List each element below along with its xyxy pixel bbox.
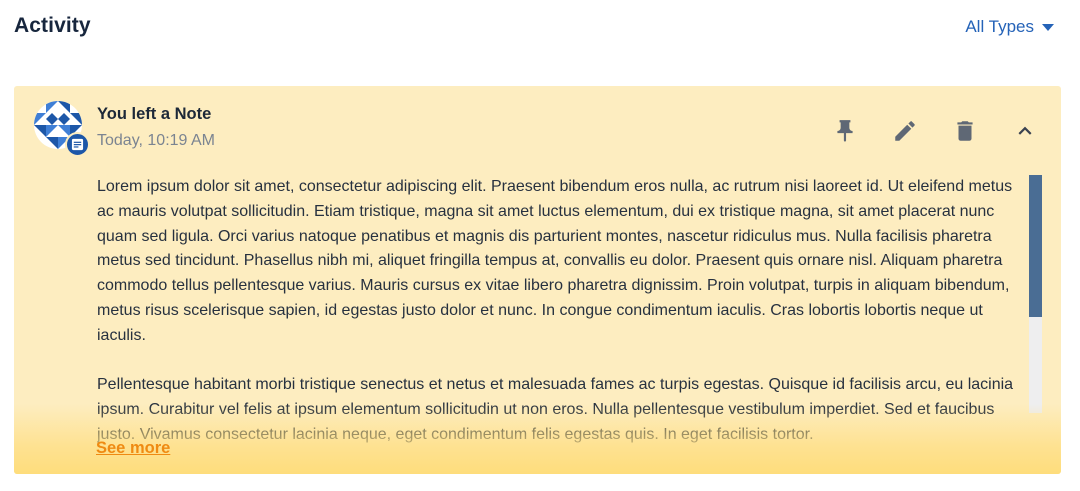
pencil-icon [895, 121, 915, 141]
pin-icon [837, 120, 853, 142]
activity-note-card: You left a Note Today, 10:19 AM Lorem ip… [14, 86, 1061, 474]
scrollbar-thumb[interactable] [1029, 175, 1042, 317]
note-icon [65, 132, 90, 157]
caret-down-icon [1042, 23, 1054, 31]
collapse-button[interactable] [1011, 117, 1039, 145]
note-paragraph: Lorem ipsum dolor sit amet, consectetur … [97, 178, 1013, 344]
pin-button[interactable] [831, 117, 859, 145]
see-more-link[interactable]: See more [96, 439, 170, 458]
note-scrollbar[interactable] [1029, 175, 1042, 413]
chevron-up-icon [1018, 126, 1032, 135]
delete-button[interactable] [951, 117, 979, 145]
text-fade-overlay [14, 404, 1061, 474]
edit-button[interactable] [891, 117, 919, 145]
type-filter-dropdown[interactable]: All Types [965, 17, 1054, 37]
activity-timestamp: Today, 10:19 AM [97, 132, 215, 149]
page-title: Activity [14, 14, 91, 37]
trash-icon [957, 121, 973, 141]
note-actions [799, 117, 1039, 145]
activity-header: Activity All Types [14, 0, 1054, 56]
activity-author: You left a Note [97, 105, 212, 123]
type-filter-label: All Types [965, 17, 1034, 36]
